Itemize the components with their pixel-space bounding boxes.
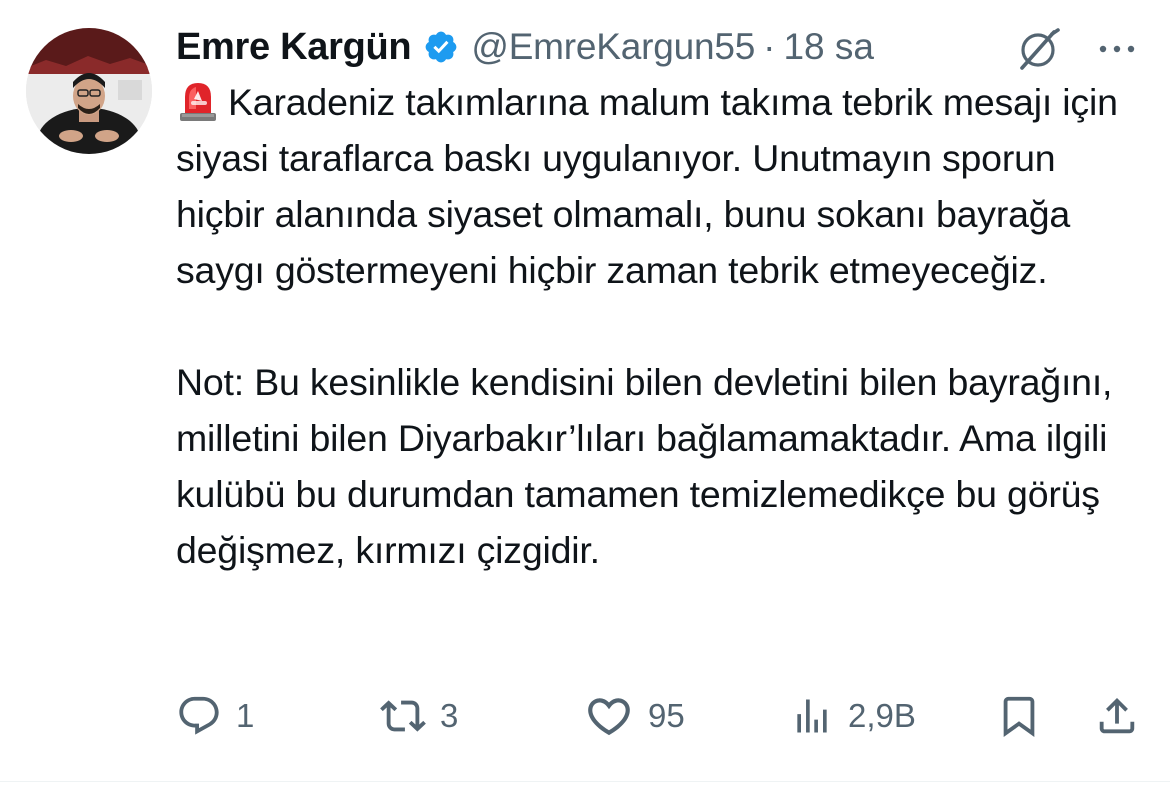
reply-count: 1 [236, 697, 255, 734]
bookmark-button[interactable] [996, 686, 1042, 746]
tweet-timestamp[interactable]: 18 sa [783, 26, 874, 68]
verified-badge-icon[interactable] [423, 29, 459, 65]
bookmark-icon [996, 693, 1042, 739]
like-count: 95 [648, 697, 685, 734]
tweet-paragraph-1: Karadeniz takımlarına malum takıma tebri… [176, 74, 1136, 298]
retweet-count: 3 [440, 697, 459, 734]
tweet-paragraph-2: Not: Bu kesinlikle kendisini bilen devle… [176, 361, 1113, 571]
divider [0, 781, 1170, 782]
tweet-text: Karadeniz takımlarına malum takıma tebri… [176, 74, 1136, 578]
views-button[interactable]: 2,9B [790, 686, 916, 746]
action-bar: 1 3 95 2,9B [0, 686, 1170, 746]
siren-emoji-icon [176, 79, 220, 123]
separator-dot: · [763, 26, 776, 67]
retweet-button[interactable]: 3 [380, 686, 458, 746]
author-name[interactable]: Emre Kargün [176, 26, 412, 69]
avatar-photo [26, 28, 152, 154]
avatar[interactable] [26, 28, 152, 154]
author-handle[interactable]: @EmreKargun55 [471, 26, 755, 68]
tweet[interactable]: Emre Kargün @EmreKargun55 · 18 sa Karade… [0, 0, 1170, 785]
views-count: 2,9B [848, 697, 916, 734]
reply-button[interactable]: 1 [176, 686, 254, 746]
grok-icon[interactable] [1014, 26, 1062, 74]
like-button[interactable]: 95 [584, 686, 685, 746]
reply-icon [176, 693, 222, 739]
tweet-paragraph-1-text: Karadeniz takımlarına malum takıma tebri… [176, 81, 1118, 291]
heart-icon [584, 691, 634, 741]
share-icon [1094, 693, 1140, 739]
share-button[interactable] [1094, 686, 1140, 746]
tweet-header: Emre Kargün @EmreKargun55 · 18 sa [176, 22, 874, 72]
more-options-icon[interactable] [1093, 34, 1141, 64]
retweet-icon [380, 693, 426, 739]
views-icon [790, 693, 834, 739]
